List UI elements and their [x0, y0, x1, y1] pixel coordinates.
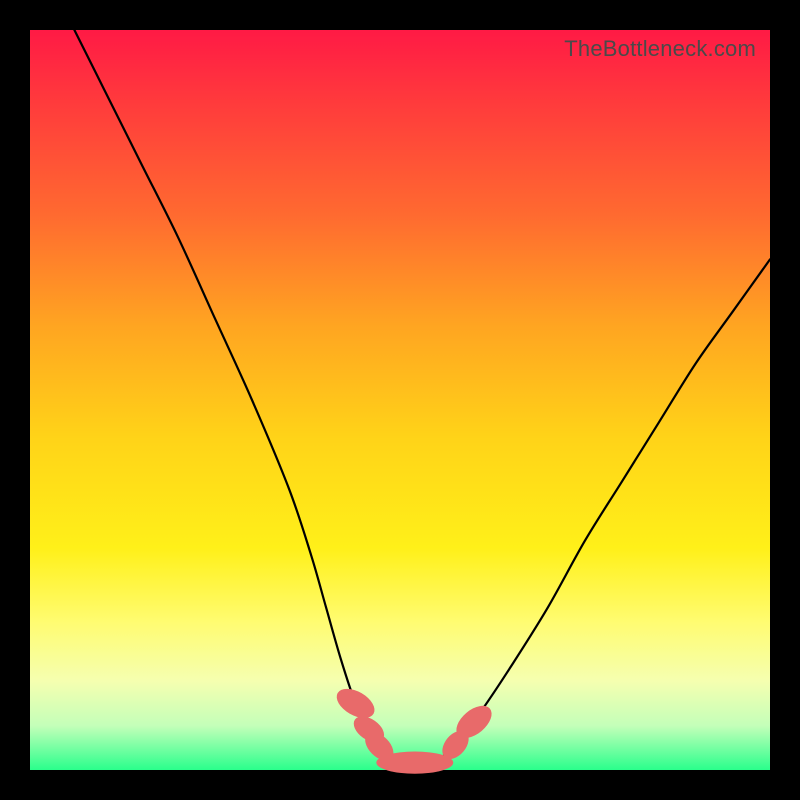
curve-markers	[332, 683, 498, 774]
plot-area: TheBottleneck.com	[30, 30, 770, 770]
curve-marker	[332, 683, 380, 724]
curve-line	[74, 30, 770, 763]
chart-frame: TheBottleneck.com	[0, 0, 800, 800]
bottleneck-curve	[30, 30, 770, 770]
curve-marker	[376, 752, 453, 774]
